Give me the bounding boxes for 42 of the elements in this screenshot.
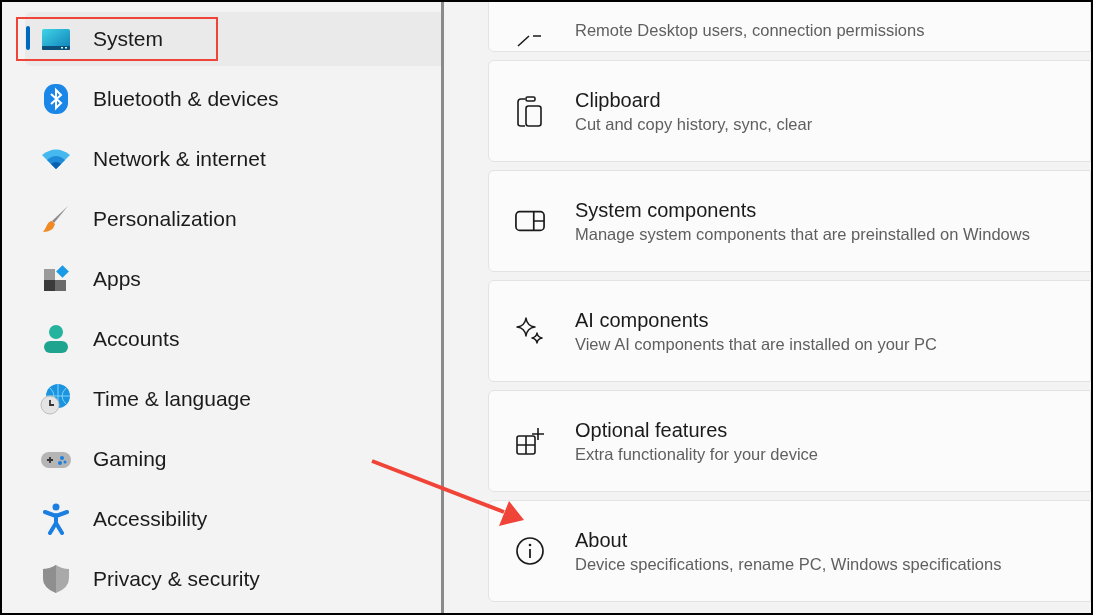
- settings-card[interactable]: Clipboard Cut and copy history, sync, clear: [488, 60, 1091, 162]
- settings-card[interactable]: Remote Desktop users, connection permissions: [488, 2, 1091, 52]
- sidebar-item[interactable]: Accounts: [25, 312, 441, 366]
- info-icon: [515, 536, 545, 566]
- window-panels-icon: [515, 210, 545, 232]
- selection-indicator: [26, 26, 30, 50]
- globe-clock-icon: [40, 383, 72, 415]
- card-description: Remote Desktop users, connection permissions: [575, 20, 925, 41]
- settings-card[interactable]: AI components View AI components that are installed on your PC: [488, 280, 1091, 382]
- sidebar-item[interactable]: Accessibility: [25, 492, 441, 546]
- settings-card[interactable]: Optional features Extra functionality for your device: [488, 390, 1091, 492]
- card-title: Clipboard: [575, 88, 662, 113]
- wifi-icon: [41, 148, 71, 170]
- bluetooth-icon: [44, 84, 68, 114]
- accessibility-icon: [43, 503, 69, 535]
- sidebar-item[interactable]: Bluetooth & devices: [25, 72, 441, 126]
- sidebar-item[interactable]: Network & internet: [25, 132, 441, 186]
- paintbrush-icon: [41, 204, 71, 234]
- settings-card[interactable]: System components Manage system components that are preinstalled on Windows: [488, 170, 1091, 272]
- clipboard-icon: [516, 95, 544, 127]
- card-description: Device specifications, rename PC, Windows specifications: [575, 554, 1002, 575]
- card-description: Manage system components that are preinstalled on Windows: [575, 224, 1030, 245]
- sidebar-item[interactable]: Time & language: [25, 372, 441, 426]
- card-title: AI components: [575, 308, 710, 333]
- apps-icon: [42, 265, 70, 293]
- settings-card[interactable]: About Device specifications, rename PC, Windows specifications: [488, 500, 1091, 602]
- card-description: View AI components that are installed on your PC: [575, 334, 937, 355]
- card-title: About: [575, 528, 629, 553]
- card-title: System components: [575, 198, 758, 223]
- person-icon: [43, 324, 69, 354]
- sparkle-icon: [515, 316, 545, 346]
- sidebar-item[interactable]: Privacy & security: [25, 552, 441, 606]
- sidebar-item[interactable]: Apps: [25, 252, 441, 306]
- add-grid-icon: [515, 426, 545, 456]
- sidebar-item[interactable]: System: [25, 12, 441, 66]
- sidebar-item[interactable]: Personalization: [25, 192, 441, 246]
- card-title: Optional features: [575, 418, 729, 443]
- card-description: Extra functionality for your device: [575, 444, 819, 465]
- card-description: Cut and copy history, sync, clear: [575, 114, 813, 135]
- sidebar-item[interactable]: Gaming: [25, 432, 441, 486]
- monitor-icon: [41, 27, 71, 51]
- shield-icon: [42, 564, 70, 594]
